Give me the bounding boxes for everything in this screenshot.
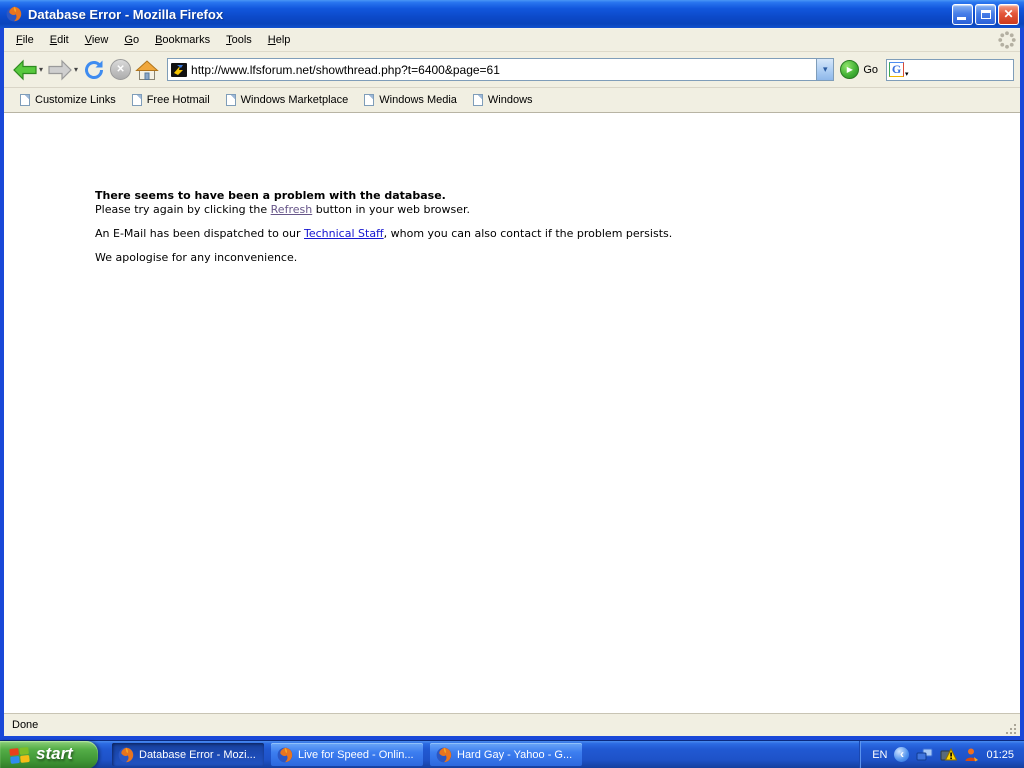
close-button[interactable]: ✕	[998, 3, 1019, 25]
menu-file[interactable]: File	[8, 29, 42, 51]
go-label: Go	[863, 63, 878, 76]
apology-line: We apologise for any inconvenience.	[95, 251, 298, 264]
bookmark-label: Windows	[487, 94, 533, 106]
bookmark-label: Free Hotmail	[146, 94, 210, 106]
minimize-icon	[957, 16, 966, 20]
taskbar: start Database Error - Mozi... Live for …	[0, 740, 1024, 768]
bookmark-page-icon	[225, 94, 236, 106]
bookmark-page-icon	[364, 94, 375, 106]
start-button[interactable]: start	[0, 741, 98, 768]
refresh-line: Please try again by clicking the Refresh…	[95, 203, 990, 216]
reload-button[interactable]	[80, 56, 108, 84]
email-line: An E-Mail has been dispatched to our Tec…	[95, 227, 990, 240]
task-buttons: Database Error - Mozi... Live for Speed …	[98, 741, 859, 768]
menu-view[interactable]: View	[77, 29, 117, 51]
bookmark-page-icon	[20, 94, 30, 106]
back-dropdown-icon[interactable]: ▾	[39, 65, 43, 74]
address-dropdown-button[interactable]: ▾	[816, 59, 834, 80]
address-bar[interactable]: http://www.lfsforum.net/showthread.php?t…	[167, 58, 835, 81]
throbber-icon	[998, 31, 1016, 49]
menu-edit[interactable]: Edit	[42, 29, 77, 51]
window-title: Database Error - Mozilla Firefox	[28, 6, 224, 22]
bookmark-label: Windows Marketplace	[240, 94, 349, 106]
firefox-icon	[436, 747, 452, 763]
reload-icon	[85, 60, 104, 79]
refresh-line-post: button in your web browser.	[312, 203, 470, 216]
resize-grip[interactable]	[1004, 722, 1018, 736]
back-arrow-icon	[13, 59, 37, 80]
home-button[interactable]	[133, 57, 161, 83]
stop-button[interactable]: ✕	[108, 57, 133, 82]
bookmark-windows-media[interactable]: Windows Media	[356, 88, 465, 112]
firefox-icon	[277, 747, 293, 763]
start-label: start	[36, 744, 73, 763]
taskbar-item-hard-gay-yahoo[interactable]: Hard Gay - Yahoo - G...	[430, 743, 582, 766]
task-label: Hard Gay - Yahoo - G...	[457, 748, 573, 761]
maximize-icon	[980, 9, 991, 19]
menu-tools[interactable]: Tools	[218, 29, 260, 51]
status-text: Done	[12, 719, 39, 731]
browser-window: Database Error - Mozilla Firefox ✕ File …	[0, 0, 1024, 740]
menu-go[interactable]: Go	[116, 29, 147, 51]
refresh-link[interactable]: Refresh	[271, 203, 313, 216]
google-logo-icon: G	[889, 62, 904, 77]
taskbar-item-database-error[interactable]: Database Error - Mozi...	[112, 743, 264, 766]
close-icon: ✕	[1003, 7, 1014, 21]
forward-button[interactable]: ▾	[45, 57, 80, 83]
error-heading: There seems to have been a problem with …	[95, 189, 446, 202]
forward-arrow-icon	[48, 59, 72, 80]
technical-staff-link[interactable]: Technical Staff	[304, 227, 384, 240]
back-button[interactable]: ▾	[10, 57, 45, 83]
windows-logo-icon	[9, 746, 30, 765]
search-engine-dropdown-icon[interactable]: ▾	[905, 70, 909, 78]
minimize-button[interactable]	[952, 3, 973, 25]
bookmark-page-icon	[472, 94, 483, 106]
bookmark-windows-marketplace[interactable]: Windows Marketplace	[218, 88, 357, 112]
url-text[interactable]: http://www.lfsforum.net/showthread.php?t…	[191, 63, 816, 77]
go-arrow-icon: ▶	[840, 60, 860, 79]
menu-help[interactable]: Help	[260, 29, 299, 51]
email-line-post: , whom you can also contact if the probl…	[383, 227, 673, 240]
bookmark-windows[interactable]: Windows	[465, 88, 541, 112]
search-input[interactable]: G ▾	[886, 58, 1014, 81]
site-favicon	[171, 62, 188, 77]
tray-collapse-icon[interactable]: ‹	[894, 747, 910, 762]
messenger-icon[interactable]	[964, 747, 979, 763]
taskbar-item-live-for-speed[interactable]: Live for Speed - Onlin...	[271, 743, 423, 766]
network-icon[interactable]	[916, 747, 933, 763]
language-indicator[interactable]: EN	[872, 749, 887, 761]
email-line-pre: An E-Mail has been dispatched to our	[95, 227, 305, 240]
stop-icon: ✕	[110, 59, 132, 80]
go-button[interactable]: ▶ Go	[840, 60, 878, 79]
bookmarks-toolbar: Customize Links Free Hotmail Windows Mar…	[4, 88, 1020, 113]
home-icon	[135, 59, 159, 80]
clock: 01:25	[986, 748, 1014, 761]
hardware-warning-icon[interactable]	[940, 747, 958, 763]
chevron-down-icon: ▾	[823, 64, 828, 74]
page-content: There seems to have been a problem with …	[4, 113, 1020, 713]
bookmark-customize-links[interactable]: Customize Links	[12, 88, 124, 112]
firefox-icon	[6, 6, 22, 22]
task-label: Live for Speed - Onlin...	[298, 748, 414, 761]
navigation-toolbar: ▾ ▾ ✕ http://www.lfsforum.net/showthread…	[4, 52, 1020, 88]
status-bar: Done	[4, 713, 1020, 736]
bookmark-page-icon	[131, 94, 142, 106]
bookmark-label: Customize Links	[35, 94, 116, 106]
firefox-icon	[118, 747, 134, 763]
system-tray: EN ‹ 01:25	[859, 741, 1024, 768]
title-bar: Database Error - Mozilla Firefox ✕	[0, 0, 1024, 28]
menu-bookmarks[interactable]: Bookmarks	[147, 29, 218, 51]
task-label: Database Error - Mozi...	[139, 748, 256, 761]
menu-bar: File Edit View Go Bookmarks Tools Help	[4, 29, 1020, 52]
bookmark-free-hotmail[interactable]: Free Hotmail	[124, 88, 218, 112]
forward-dropdown-icon[interactable]: ▾	[74, 65, 78, 74]
bookmark-label: Windows Media	[379, 94, 457, 106]
refresh-line-pre: Please try again by clicking the	[95, 203, 271, 216]
maximize-button[interactable]	[975, 3, 996, 25]
